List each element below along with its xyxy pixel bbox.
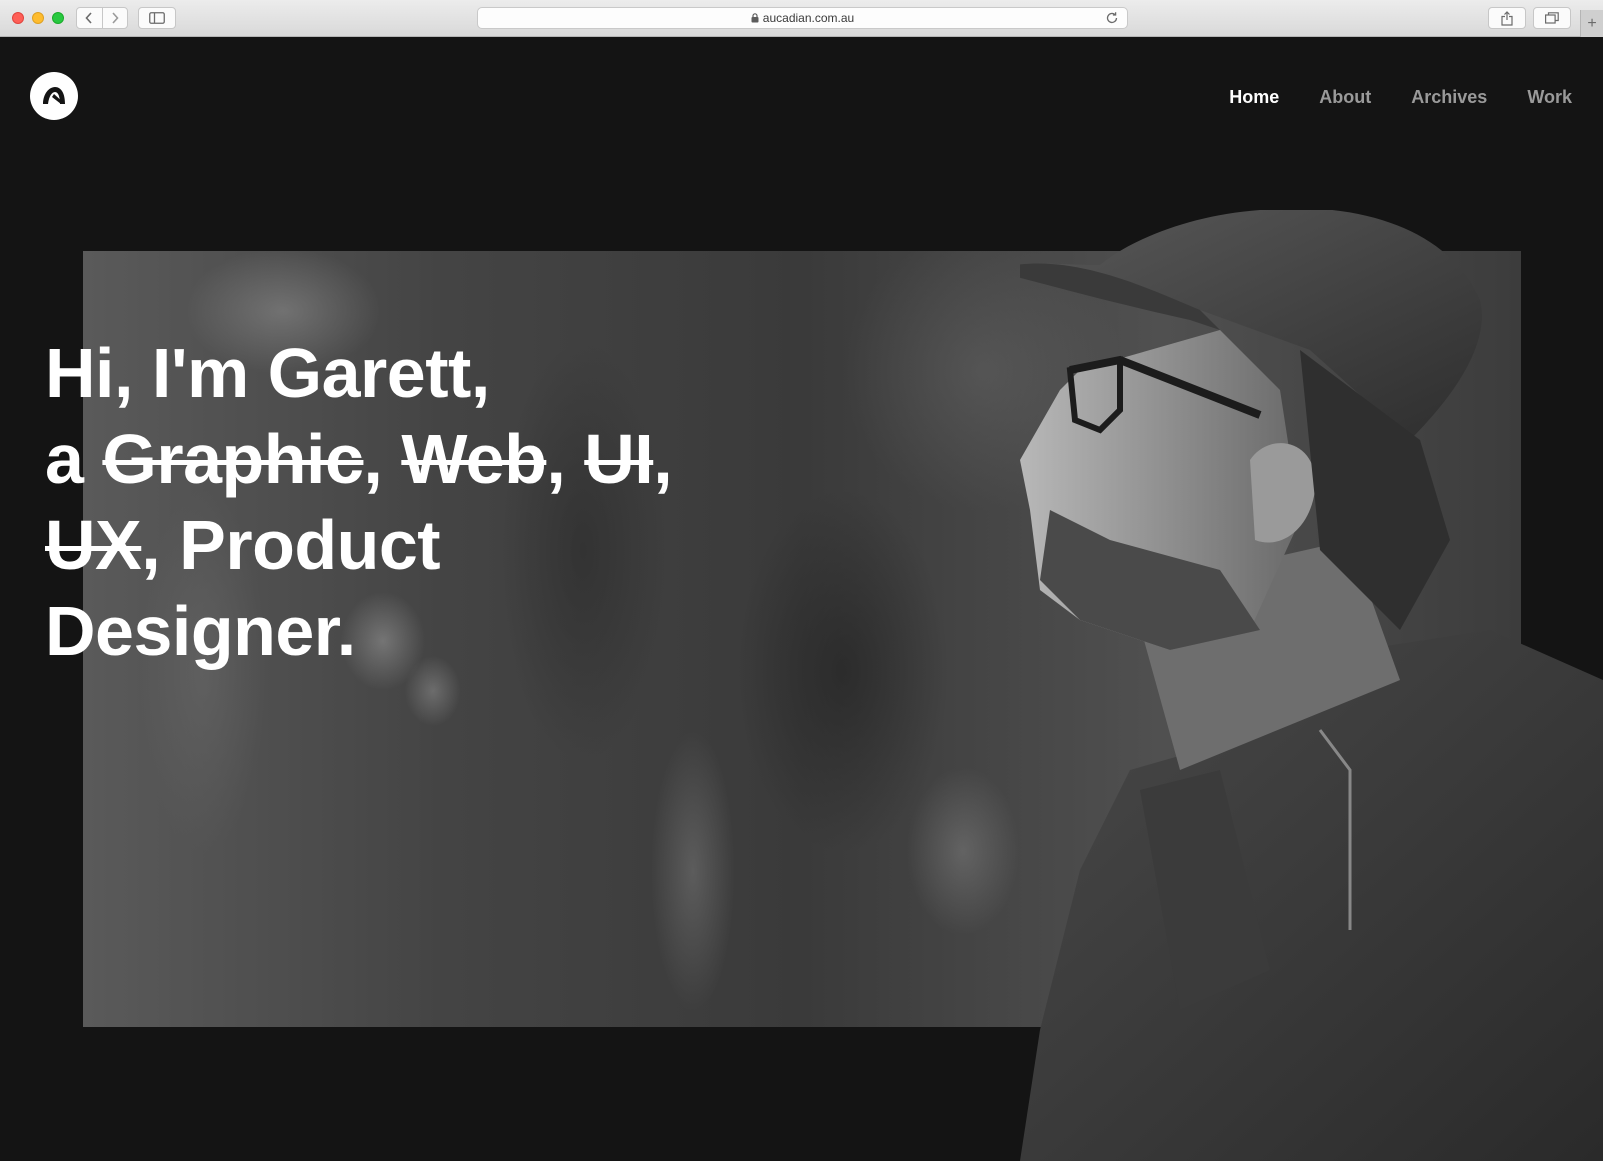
address-text: aucadian.com.au [762, 11, 855, 25]
hero-headline: Hi, I'm Garett, a Graphic, Web, UI, UX, … [45, 330, 745, 674]
headline-article: a [45, 419, 103, 498]
separator: , [653, 419, 673, 498]
new-tab-button[interactable]: + [1580, 10, 1603, 37]
address-bar[interactable]: aucadian.com.au [477, 7, 1128, 29]
struck-graphic: Graphic [102, 419, 364, 498]
headline-product: , Product [141, 505, 441, 584]
share-button[interactable] [1488, 7, 1526, 29]
minimize-window-button[interactable] [32, 12, 44, 24]
headline-line-3: UX, Product [45, 502, 745, 588]
site-logo[interactable] [30, 72, 78, 120]
sidebar-icon [149, 12, 165, 24]
aucadian-logo-icon [43, 87, 65, 104]
portrait-photo [1020, 210, 1603, 1161]
headline-line-2: a Graphic, Web, UI, [45, 416, 745, 502]
main-navigation: Home About Archives Work [1189, 84, 1572, 110]
lock-icon [751, 13, 759, 23]
history-nav-group [76, 7, 128, 29]
tabs-icon [1545, 12, 1559, 24]
share-icon [1501, 10, 1513, 26]
struck-web: Web [401, 419, 547, 498]
browser-toolbar: aucadian.com.au + [0, 0, 1603, 37]
nav-about-link[interactable]: About [1319, 87, 1371, 108]
chevron-right-icon [112, 12, 119, 24]
separator: , [363, 419, 402, 498]
reload-icon[interactable] [1105, 11, 1119, 25]
nav-work-link[interactable]: Work [1527, 87, 1572, 108]
struck-ux: UX [45, 505, 142, 584]
sidebar-toggle-button[interactable] [138, 7, 176, 29]
back-button[interactable] [77, 8, 102, 28]
struck-ui: UI [584, 419, 654, 498]
nav-archives-link[interactable]: Archives [1411, 87, 1487, 108]
nav-home-link[interactable]: Home [1229, 87, 1279, 108]
tab-overview-button[interactable] [1533, 7, 1571, 29]
zoom-window-button[interactable] [52, 12, 64, 24]
plus-icon: + [1587, 14, 1597, 32]
chevron-left-icon [85, 12, 92, 24]
forward-button[interactable] [101, 8, 128, 28]
headline-line-1: Hi, I'm Garett, [45, 333, 490, 412]
headline-line-4: Designer. [45, 591, 356, 670]
close-window-button[interactable] [12, 12, 24, 24]
separator: , [546, 419, 585, 498]
